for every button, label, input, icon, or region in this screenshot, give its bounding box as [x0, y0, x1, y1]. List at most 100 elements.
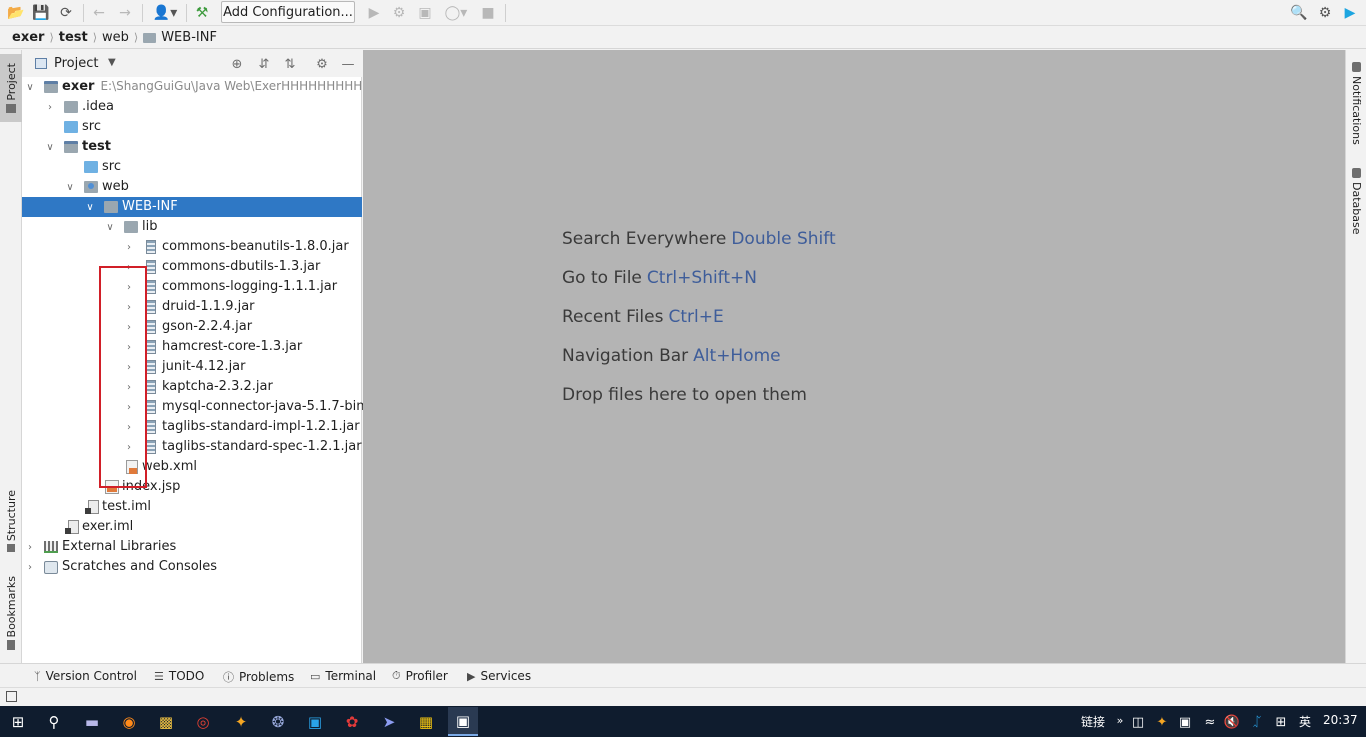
search-icon[interactable]: 🔍: [1289, 3, 1309, 23]
tab-structure[interactable]: Structure: [0, 486, 22, 556]
tray-window-icon[interactable]: ▣: [1174, 711, 1196, 733]
tree-item-jar[interactable]: › commons-dbutils-1.3.jar: [22, 257, 362, 277]
chevron-right-icon[interactable]: ›: [24, 537, 36, 557]
tool-terminal[interactable]: ▭ Terminal: [310, 669, 376, 683]
tree-item-exer-iml[interactable]: exer.iml: [22, 517, 362, 537]
collapse-all-icon[interactable]: ⇅: [281, 55, 299, 73]
tool-services[interactable]: ▶ Services: [467, 669, 531, 683]
input-language-indicator[interactable]: 英: [1299, 713, 1311, 730]
select-opened-file-icon[interactable]: ⊕: [228, 55, 246, 73]
tray-links-label[interactable]: 链接: [1081, 713, 1105, 730]
app-icon[interactable]: ▬: [81, 711, 103, 733]
tree-item-jar[interactable]: › gson-2.2.4.jar: [22, 317, 362, 337]
keyboard-layout-icon[interactable]: ⊞: [1270, 711, 1292, 733]
coverage-icon[interactable]: ▣: [415, 3, 435, 23]
chevron-down-icon[interactable]: ▼: [108, 57, 116, 68]
tree-item-jar[interactable]: › commons-logging-1.1.1.jar: [22, 277, 362, 297]
search-icon[interactable]: ⚲: [43, 711, 65, 733]
bluetooth-icon[interactable]: ᛢ: [1246, 711, 1268, 733]
tree-item-jar[interactable]: › druid-1.1.9.jar: [22, 297, 362, 317]
user-dropdown-icon[interactable]: 👤▾: [150, 3, 180, 23]
chrome-icon[interactable]: ◎: [192, 711, 214, 733]
tab-bookmarks[interactable]: Bookmarks: [0, 572, 22, 654]
tree-item-web[interactable]: ∨ web: [22, 177, 362, 197]
chevron-down-icon[interactable]: ∨: [64, 177, 76, 197]
tree-item-test-src[interactable]: src: [22, 157, 362, 177]
chevron-right-icon[interactable]: ›: [44, 97, 56, 117]
tree-item-jar[interactable]: › kaptcha-2.3.2.jar: [22, 377, 362, 397]
taskbar-clock[interactable]: 20:37: [1323, 713, 1358, 727]
tree-item-src[interactable]: src: [22, 117, 362, 137]
app-icon[interactable]: ➤: [378, 711, 400, 733]
sync-icon[interactable]: ⟳: [56, 3, 76, 23]
stop-icon[interactable]: ■: [478, 3, 498, 23]
chevron-right-icon[interactable]: ›: [123, 237, 135, 257]
options-gear-icon[interactable]: ⚙: [313, 55, 331, 73]
tree-item-jar[interactable]: › taglibs-standard-spec-1.2.1.jar: [22, 437, 362, 457]
debug-icon[interactable]: ⚙: [389, 3, 409, 23]
run-icon[interactable]: ▶: [364, 3, 384, 23]
tray-app-icon[interactable]: ✦: [1151, 711, 1173, 733]
speaker-muted-icon[interactable]: 🔇: [1221, 711, 1243, 733]
app-icon[interactable]: ❂: [267, 711, 289, 733]
jetbrains-toolbox-icon[interactable]: ▶: [1340, 3, 1360, 23]
breadcrumb-item-web[interactable]: web: [102, 30, 129, 45]
chevron-down-icon[interactable]: ∨: [24, 77, 36, 97]
chevron-right-icon[interactable]: ›: [24, 557, 36, 577]
tool-profiler[interactable]: ⏱ Profiler: [392, 669, 448, 683]
tree-item-jar[interactable]: › taglibs-standard-impl-1.2.1.jar: [22, 417, 362, 437]
windows-start-icon[interactable]: ⊞: [7, 711, 29, 733]
module-folder-icon: [44, 81, 58, 93]
back-arrow-icon[interactable]: ←: [89, 3, 109, 23]
profile-dropdown-icon[interactable]: ◯▾: [441, 3, 471, 23]
settings-gear-icon[interactable]: ⚙: [1315, 3, 1335, 23]
tree-item-test[interactable]: ∨ test: [22, 137, 362, 157]
chevron-down-icon[interactable]: ∨: [104, 217, 116, 237]
app-icon[interactable]: ▣: [304, 711, 326, 733]
breadcrumb-item-web-inf[interactable]: WEB-INF: [161, 30, 217, 45]
tree-item-jar[interactable]: › hamcrest-core-1.3.jar: [22, 337, 362, 357]
tree-item-label: exer: [62, 79, 95, 94]
tree-item-jar[interactable]: › commons-beanutils-1.8.0.jar: [22, 237, 362, 257]
tray-app-icon[interactable]: ◫: [1127, 711, 1149, 733]
breadcrumb-item-exer[interactable]: exer: [12, 30, 44, 45]
tree-item-idea[interactable]: › .idea: [22, 97, 362, 117]
intellij-idea-icon[interactable]: ▣: [448, 707, 478, 736]
tool-todo[interactable]: ☰ TODO: [154, 669, 204, 683]
tree-item-jar[interactable]: › mysql-connector-java-5.1.7-bin.jar: [22, 397, 386, 417]
add-configuration-button[interactable]: Add Configuration...: [221, 1, 355, 23]
expand-all-icon[interactable]: ⇵: [255, 55, 273, 73]
tab-database[interactable]: Database: [1346, 168, 1366, 240]
tree-item-scratches[interactable]: › Scratches and Consoles: [22, 557, 362, 577]
tree-item-exer[interactable]: ∨ exer E:\ShangGuiGu\Java Web\ExerHHHHHHH…: [22, 77, 371, 97]
app-icon[interactable]: ✿: [341, 711, 363, 733]
wifi-icon[interactable]: ≈: [1199, 711, 1221, 733]
tree-item-label: junit-4.12.jar: [162, 359, 246, 374]
hide-panel-icon[interactable]: —: [339, 55, 357, 73]
chevron-down-icon[interactable]: ∨: [84, 197, 96, 217]
breadcrumb-item-test[interactable]: test: [59, 30, 88, 45]
tree-item-web-inf[interactable]: ∨ WEB-INF: [22, 197, 362, 217]
tab-project[interactable]: Project: [0, 54, 22, 122]
tool-version-control[interactable]: ᛉ Version Control: [34, 669, 137, 683]
file-explorer-icon[interactable]: ▩: [155, 711, 177, 733]
tree-item-test-iml[interactable]: test.iml: [22, 497, 362, 517]
tree-item-external-libraries[interactable]: › External Libraries: [22, 537, 362, 557]
app-icon[interactable]: ▦: [415, 711, 437, 733]
toggle-tool-windows-icon[interactable]: [6, 691, 17, 702]
app-icon[interactable]: ✦: [230, 711, 252, 733]
tree-item-jar[interactable]: › junit-4.12.jar: [22, 357, 362, 377]
tool-problems[interactable]: ⓘ Problems: [223, 669, 294, 685]
firefox-icon[interactable]: ◉: [118, 711, 140, 733]
open-folder-icon[interactable]: 📂: [6, 3, 26, 23]
forward-arrow-icon[interactable]: →: [115, 3, 135, 23]
hint-text: Drop files here to open them: [562, 385, 807, 405]
tab-notifications[interactable]: Notifications: [1346, 62, 1366, 152]
tree-item-lib[interactable]: ∨ lib: [22, 217, 362, 237]
build-hammer-icon[interactable]: ⚒: [192, 3, 212, 23]
tree-item-web-xml[interactable]: web.xml: [22, 457, 362, 477]
tree-item-index-jsp[interactable]: index.jsp: [22, 477, 362, 497]
chevron-down-icon[interactable]: ∨: [44, 137, 56, 157]
project-view-selector[interactable]: Project: [54, 56, 98, 71]
save-all-icon[interactable]: 💾: [31, 3, 51, 23]
